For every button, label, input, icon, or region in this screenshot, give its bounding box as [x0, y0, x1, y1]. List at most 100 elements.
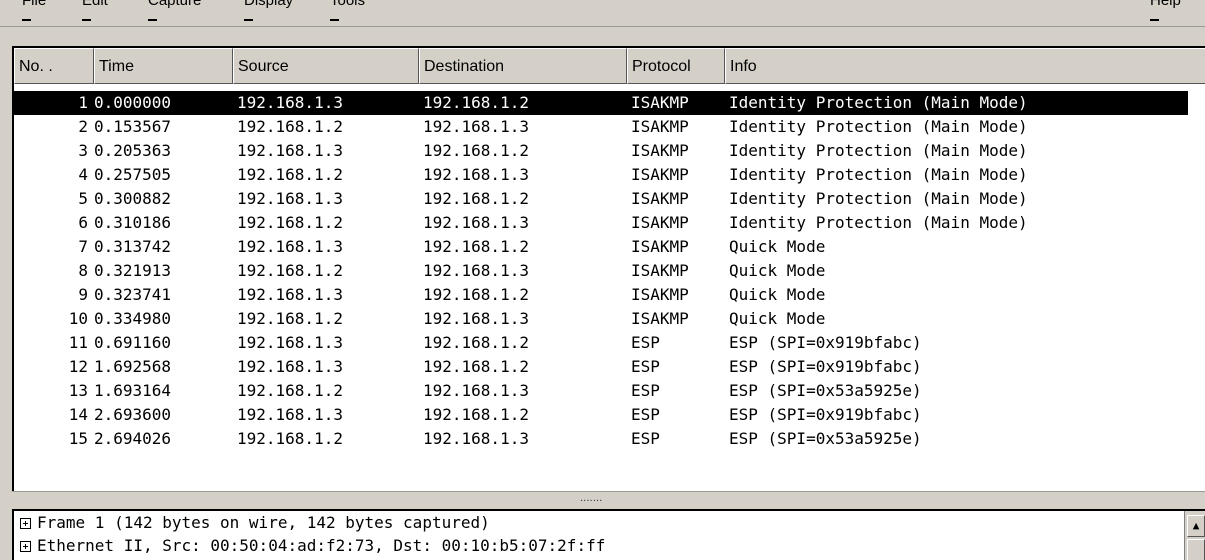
packet-row[interactable]: 15 2.694026 192.168.1.2 192.168.1.3 ESP ESP (…	[14, 427, 1205, 451]
packet-rows: 1 0.000000 192.168.1.3 192.168.1.2 ISAKMP Ide…	[14, 91, 1205, 451]
packet-row[interactable]: 7 0.313742 192.168.1.3 192.168.1.2 ISAKMP Qui…	[14, 235, 1205, 259]
packet-no: 15	[68, 429, 88, 448]
packet-info: Quick Mode	[729, 261, 826, 280]
packet-time: 2.693600	[94, 405, 172, 424]
packet-row[interactable]: 4 0.257505 192.168.1.2 192.168.1.3 ISAKMP Ide…	[14, 163, 1205, 187]
packet-info: Identity Protection (Main Mode)	[729, 93, 1028, 112]
expand-plus-icon[interactable]	[20, 541, 31, 552]
packet-time: 1.692568	[94, 357, 172, 376]
column-header-destination[interactable]: Destination	[419, 48, 627, 84]
packet-no: 11	[68, 333, 88, 352]
details-scrollbar[interactable]: ▲	[1184, 511, 1205, 560]
menu-file[interactable]: File	[22, 0, 46, 11]
column-header-source[interactable]: Source	[233, 48, 419, 84]
packet-protocol: ISAKMP	[631, 93, 689, 112]
packet-source: 192.168.1.2	[237, 165, 343, 184]
packet-destination: 192.168.1.2	[423, 141, 529, 160]
packet-row[interactable]: 9 0.323741 192.168.1.3 192.168.1.2 ISAKMP Qui…	[14, 283, 1205, 307]
detail-line-text: Ethernet II, Src: 00:50:04:ad:f2:73, Dst…	[37, 536, 606, 555]
packet-destination: 192.168.1.2	[423, 237, 529, 256]
packet-details-pane[interactable]: Frame 1 (142 bytes on wire, 142 bytes ca…	[12, 509, 1205, 560]
packet-time: 0.153567	[94, 117, 172, 136]
packet-no: 13	[68, 381, 88, 400]
scroll-up-arrow-icon[interactable]: ▲	[1187, 515, 1205, 537]
packet-no: 9	[78, 285, 88, 304]
column-header-protocol[interactable]: Protocol	[627, 48, 725, 84]
packet-time: 0.300882	[94, 189, 172, 208]
packet-source: 192.168.1.2	[237, 309, 343, 328]
menu-tools[interactable]: Tools	[330, 0, 365, 11]
packet-row[interactable]: 2 0.153567 192.168.1.2 192.168.1.3 ISAKMP Ide…	[14, 115, 1205, 139]
packet-protocol: ISAKMP	[631, 237, 689, 256]
packet-protocol: ISAKMP	[631, 117, 689, 136]
packet-no: 2	[78, 117, 88, 136]
packet-source: 192.168.1.2	[237, 117, 343, 136]
packet-time: 0.205363	[94, 141, 172, 160]
packet-row[interactable]: 8 0.321913 192.168.1.2 192.168.1.3 ISAKMP Qui…	[14, 259, 1205, 283]
detail-tree-item-frame[interactable]: Frame 1 (142 bytes on wire, 142 bytes ca…	[20, 512, 490, 534]
packet-destination: 192.168.1.2	[423, 405, 529, 424]
packet-destination: 192.168.1.2	[423, 333, 529, 352]
packet-protocol: ISAKMP	[631, 261, 689, 280]
packet-no: 12	[68, 357, 88, 376]
packet-protocol: ESP	[631, 405, 660, 424]
packet-row[interactable]: 13 1.693164 192.168.1.2 192.168.1.3 ESP ESP (…	[14, 379, 1205, 403]
packet-info: ESP (SPI=0x53a5925e)	[729, 429, 922, 448]
packet-source: 192.168.1.3	[237, 333, 343, 352]
packet-source: 192.168.1.2	[237, 261, 343, 280]
menu-capture[interactable]: Capture	[148, 0, 201, 11]
splitter-grip[interactable]: .......	[580, 494, 602, 504]
packet-destination: 192.168.1.3	[423, 117, 529, 136]
column-header-info[interactable]: Info	[725, 48, 1205, 84]
packet-destination: 192.168.1.3	[423, 429, 529, 448]
packet-row[interactable]: 14 2.693600 192.168.1.3 192.168.1.2 ESP ESP (…	[14, 403, 1205, 427]
column-header-no[interactable]: No. .	[14, 48, 94, 84]
packet-row[interactable]: 1 0.000000 192.168.1.3 192.168.1.2 ISAKMP Ide…	[14, 91, 1188, 115]
menu-edit[interactable]: Edit	[82, 0, 108, 11]
packet-destination: 192.168.1.3	[423, 381, 529, 400]
packet-no: 6	[78, 213, 88, 232]
packet-source: 192.168.1.2	[237, 429, 343, 448]
packet-source: 192.168.1.3	[237, 93, 343, 112]
packet-time: 2.694026	[94, 429, 172, 448]
packet-time: 0.310186	[94, 213, 172, 232]
packet-protocol: ISAKMP	[631, 189, 689, 208]
packet-info: Identity Protection (Main Mode)	[729, 165, 1028, 184]
packet-no: 1	[78, 93, 88, 112]
packet-protocol: ISAKMP	[631, 213, 689, 232]
packet-row[interactable]: 11 0.691160 192.168.1.3 192.168.1.2 ESP ESP (…	[14, 331, 1205, 355]
packet-row[interactable]: 3 0.205363 192.168.1.3 192.168.1.2 ISAKMP Ide…	[14, 139, 1205, 163]
packet-time: 0.000000	[94, 93, 172, 112]
column-header-time[interactable]: Time	[94, 48, 233, 84]
detail-tree-item-ethernet[interactable]: Ethernet II, Src: 00:50:04:ad:f2:73, Dst…	[20, 535, 605, 557]
packet-info: ESP (SPI=0x919bfabc)	[729, 333, 922, 352]
pane-splitter[interactable]: .......	[12, 491, 1205, 508]
packet-protocol: ESP	[631, 357, 660, 376]
packet-protocol: ISAKMP	[631, 141, 689, 160]
packet-row[interactable]: 12 1.692568 192.168.1.3 192.168.1.2 ESP ESP (…	[14, 355, 1205, 379]
packet-destination: 192.168.1.2	[423, 357, 529, 376]
menu-help[interactable]: Help	[1150, 0, 1181, 11]
detail-line-text: Frame 1 (142 bytes on wire, 142 bytes ca…	[37, 513, 490, 532]
packet-destination: 192.168.1.3	[423, 213, 529, 232]
packet-row[interactable]: 10 0.334980 192.168.1.2 192.168.1.3 ISAKMP Qu…	[14, 307, 1205, 331]
packet-protocol: ISAKMP	[631, 165, 689, 184]
scroll-thumb[interactable]	[1187, 539, 1205, 560]
packet-destination: 192.168.1.2	[423, 93, 529, 112]
packet-source: 192.168.1.2	[237, 381, 343, 400]
menu-display[interactable]: Display	[244, 0, 293, 11]
packet-list-pane[interactable]: No. . Time Source Destination Protocol I…	[12, 46, 1205, 492]
packet-no: 4	[78, 165, 88, 184]
packet-source: 192.168.1.3	[237, 189, 343, 208]
packet-info: Quick Mode	[729, 285, 826, 304]
packet-row[interactable]: 6 0.310186 192.168.1.2 192.168.1.3 ISAKMP Ide…	[14, 211, 1205, 235]
packet-info: Identity Protection (Main Mode)	[729, 213, 1028, 232]
packet-destination: 192.168.1.3	[423, 165, 529, 184]
packet-destination: 192.168.1.3	[423, 309, 529, 328]
expand-plus-icon[interactable]	[20, 518, 31, 529]
packet-destination: 192.168.1.2	[423, 189, 529, 208]
packet-row[interactable]: 5 0.300882 192.168.1.3 192.168.1.2 ISAKMP Ide…	[14, 187, 1205, 211]
packet-no: 8	[78, 261, 88, 280]
packet-time: 0.313742	[94, 237, 172, 256]
packet-no: 3	[78, 141, 88, 160]
